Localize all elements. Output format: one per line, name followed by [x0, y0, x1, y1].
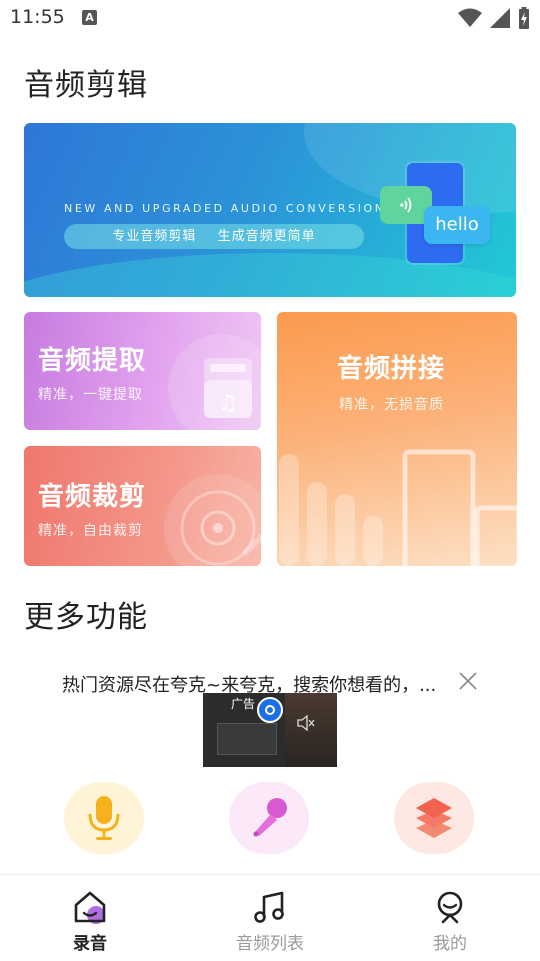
microphone-icon — [88, 796, 120, 840]
audio-join-card[interactable]: 音频拼接 精准，无损音质 — [277, 312, 517, 566]
ad-badge-icon — [257, 697, 283, 723]
music-note-icon — [254, 891, 284, 923]
audio-cut-card[interactable]: 音频裁剪 精准，自由裁剪 — [24, 446, 261, 566]
tab-mine[interactable]: 我的 — [360, 875, 540, 961]
ad-image-panel — [217, 723, 277, 755]
signal-icon — [490, 8, 510, 28]
audio-extract-title: 音频提取 — [38, 346, 147, 376]
status-time: 11:55 — [10, 6, 65, 28]
battery-icon — [519, 7, 529, 29]
banner-tagline-right: 生成音频更简单 — [217, 229, 316, 244]
bottom-tab-bar: 录音 音频列表 我的 — [0, 874, 540, 961]
audio-join-title: 音频拼接 — [337, 354, 446, 384]
banner-tagline: 专业音频剪辑 生成音频更简单 — [64, 224, 364, 249]
audio-extract-card[interactable]: 音频提取 精准，一键提取 ♫ — [24, 312, 261, 430]
promo-banner[interactable]: NEW AND UPGRADED AUDIO CONVERSION 专业音频剪辑… — [24, 123, 516, 297]
audio-cut-title: 音频裁剪 — [38, 482, 147, 512]
mute-icon[interactable] — [297, 715, 315, 731]
home-record-icon — [74, 891, 106, 924]
vinyl-record-icon — [164, 474, 261, 566]
status-bar: 11:55 A — [0, 0, 540, 38]
tab-audio-list[interactable]: 音频列表 — [180, 875, 360, 961]
layers-feature-button[interactable] — [394, 782, 474, 854]
record-feature-button[interactable] — [64, 782, 144, 854]
music-box-icon: ♫ — [168, 334, 261, 430]
karaoke-mic-icon — [253, 798, 287, 837]
audio-extract-subtitle: 精准，一键提取 — [38, 387, 143, 403]
audio-bars-illustration — [279, 449, 517, 566]
notification-icon: A — [82, 10, 97, 25]
close-icon[interactable] — [457, 670, 479, 692]
audio-join-subtitle: 精准，无损音质 — [339, 397, 444, 413]
tab-mine-label: 我的 — [433, 934, 467, 954]
audio-cut-subtitle: 精准，自由裁剪 — [38, 523, 143, 539]
wifi-icon — [458, 8, 482, 27]
ad-label: 广告 — [231, 697, 256, 711]
status-icons — [458, 7, 530, 29]
ad-image[interactable]: 广告 — [203, 693, 337, 767]
tab-record[interactable]: 录音 — [0, 875, 180, 961]
more-features-title: 更多功能 — [24, 600, 148, 635]
banner-english-text: NEW AND UPGRADED AUDIO CONVERSION — [64, 202, 386, 215]
tab-record-label: 录音 — [73, 934, 107, 954]
hello-bubble: hello — [424, 206, 490, 244]
karaoke-feature-button[interactable] — [229, 782, 309, 854]
page-title: 音频剪辑 — [24, 68, 148, 103]
svg-text:♫: ♫ — [218, 391, 238, 416]
profile-icon — [437, 891, 463, 924]
layers-icon — [416, 798, 452, 838]
tab-audio-list-label: 音频列表 — [236, 934, 304, 954]
banner-tagline-left: 专业音频剪辑 — [112, 229, 197, 244]
